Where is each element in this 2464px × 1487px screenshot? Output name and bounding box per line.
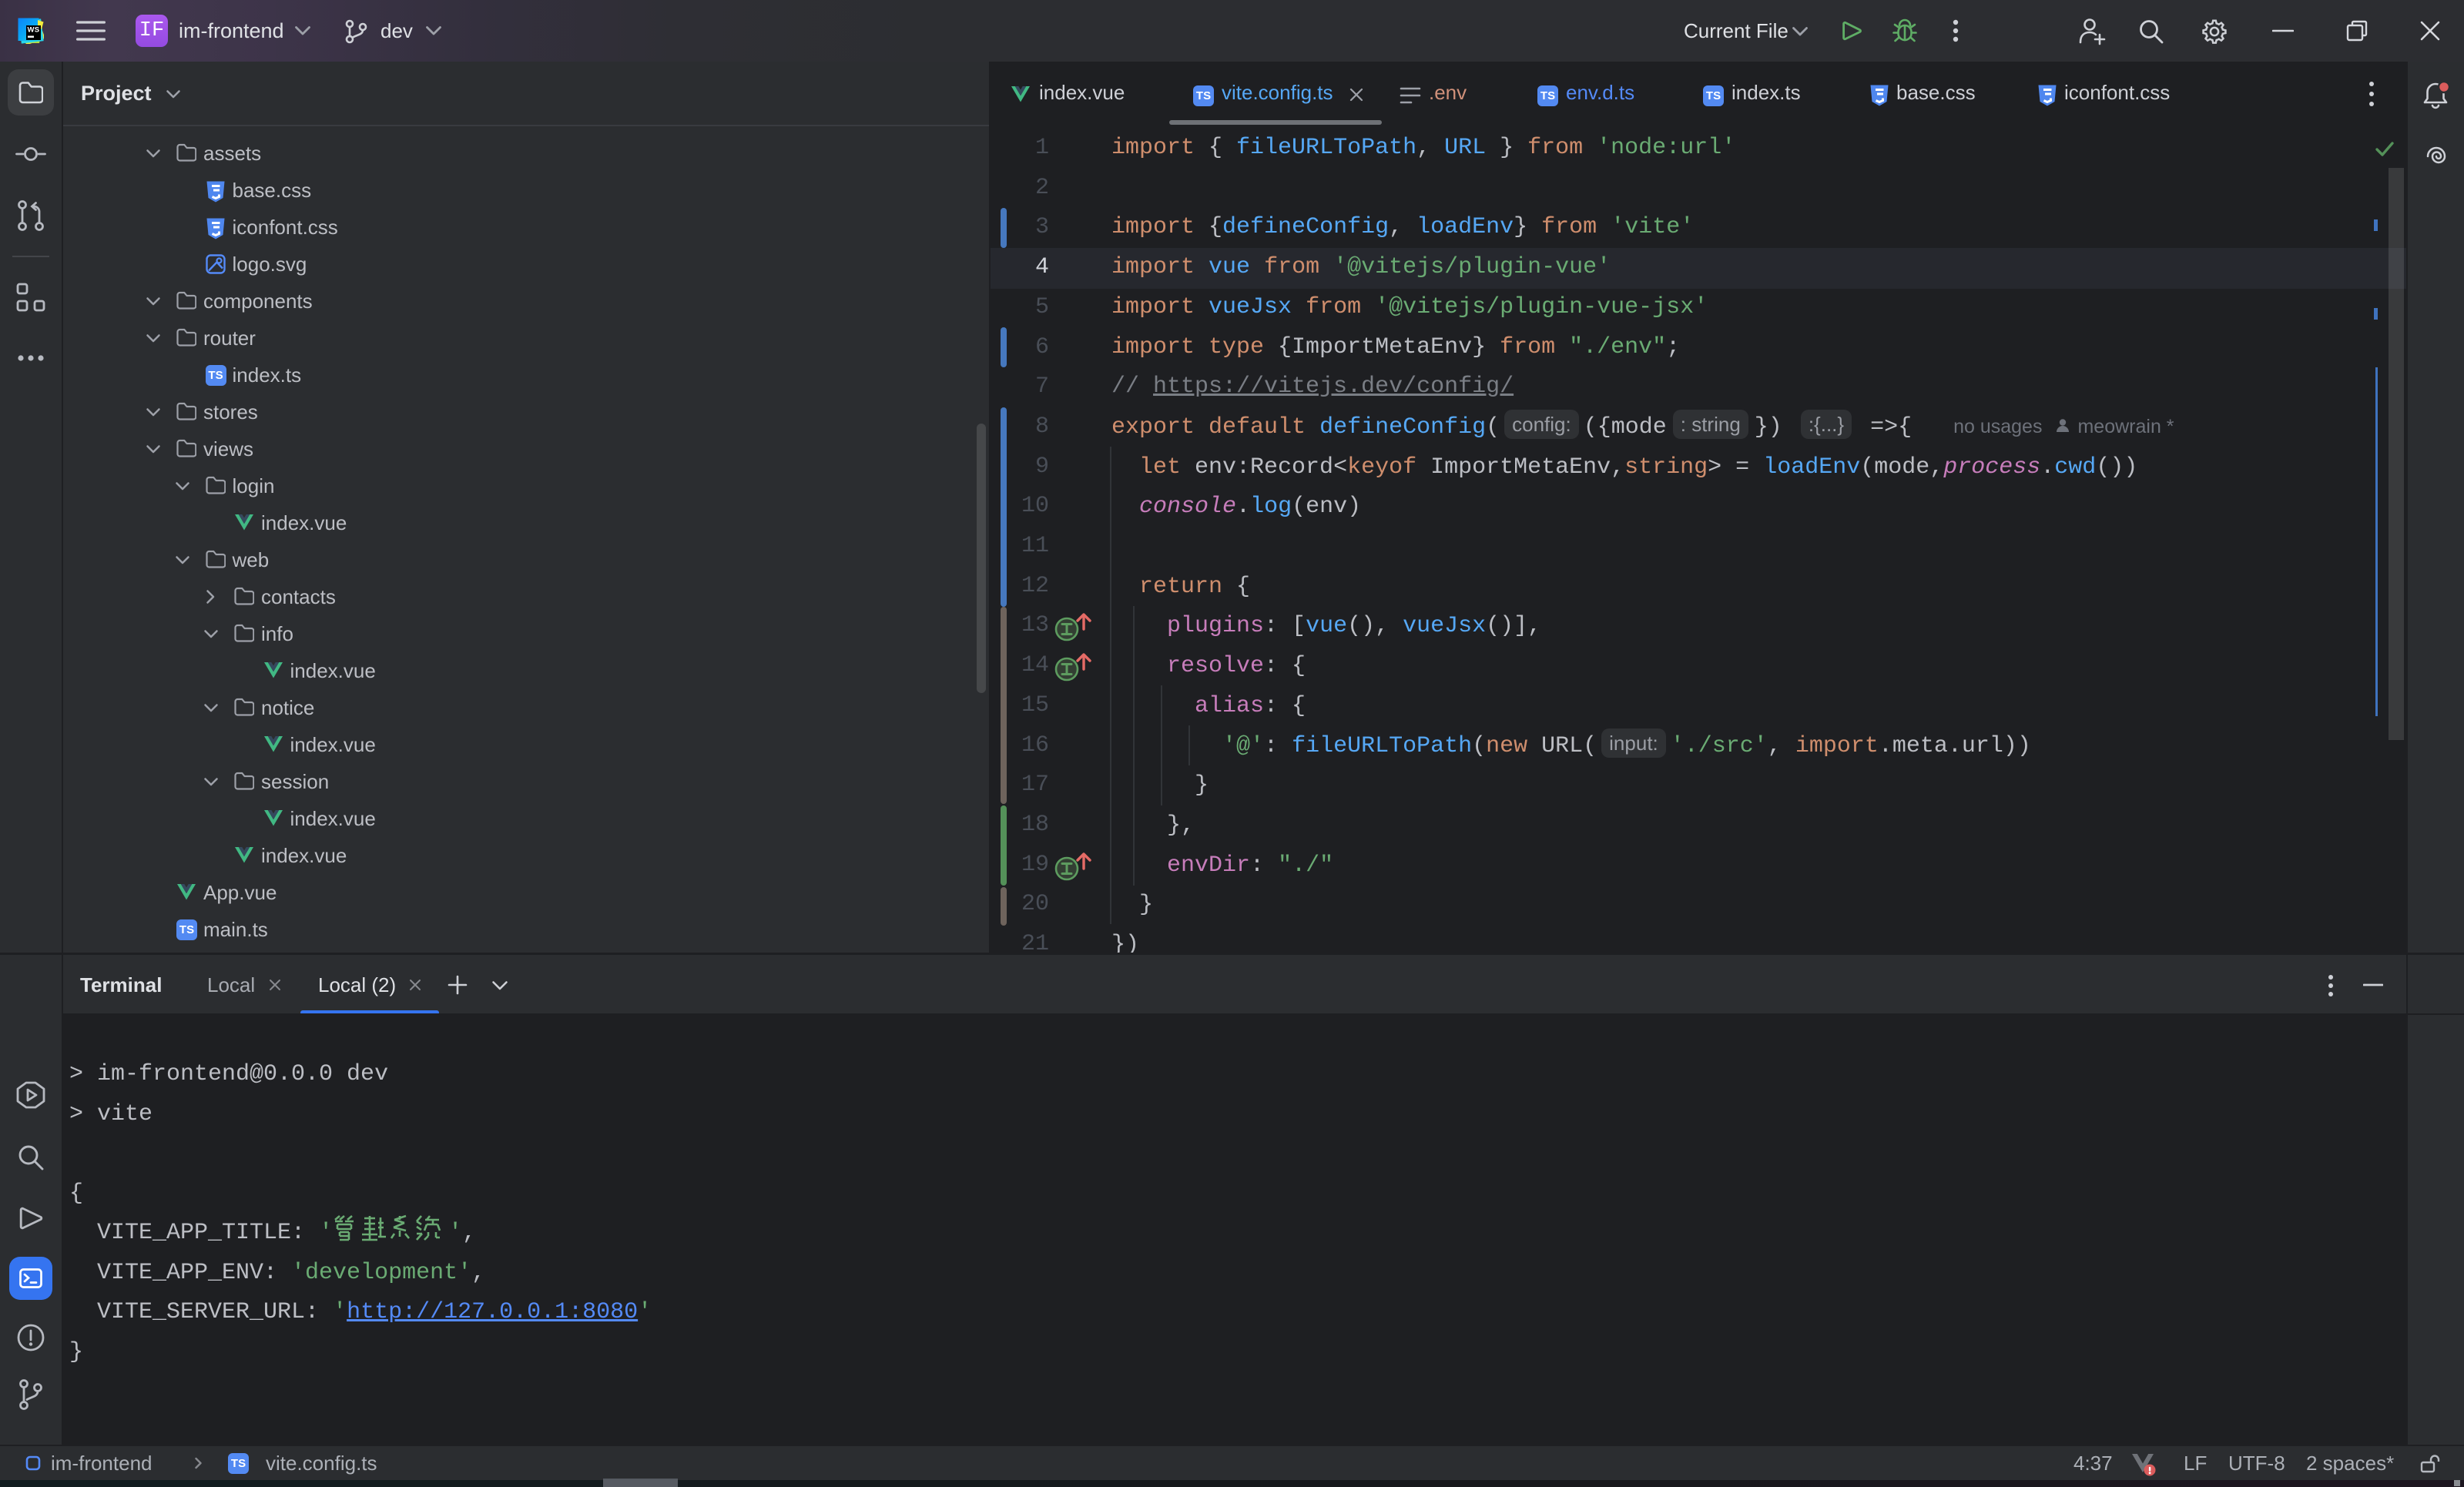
svg-text:WS: WS (28, 26, 40, 35)
